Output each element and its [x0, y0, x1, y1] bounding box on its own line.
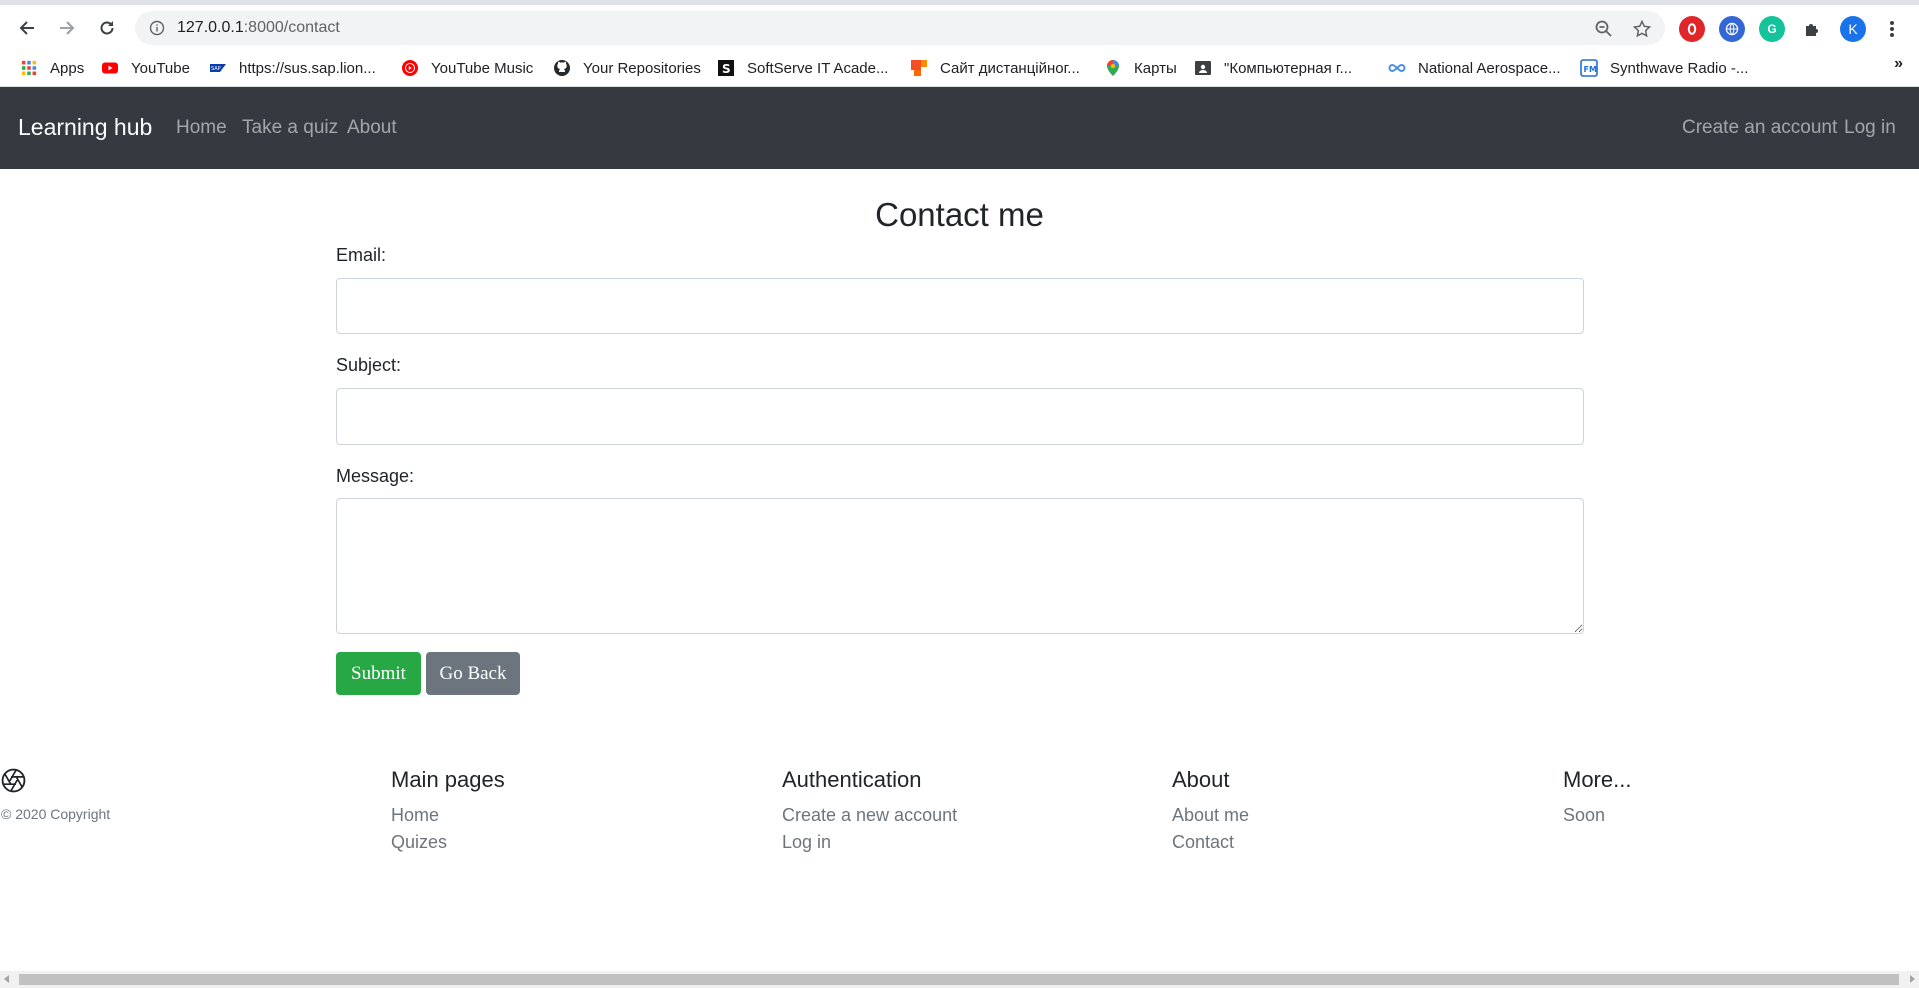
footer-link-home[interactable]: Home [391, 802, 505, 829]
bookmark-national-aerospace[interactable]: National Aerospace... [1388, 57, 1561, 79]
bookmark-softserve[interactable]: S SoftServe IT Acade... [717, 57, 888, 79]
bookmark-sap[interactable]: SAP https://sus.sap.lion... [209, 57, 376, 79]
back-arrow-icon[interactable] [13, 14, 41, 42]
footer-link-quizes[interactable]: Quizes [391, 829, 505, 856]
address-bar[interactable]: 127.0.0.1:8000/contact [135, 11, 1665, 45]
bookmark-youtube-music[interactable]: YouTube Music [401, 57, 533, 79]
extensions-puzzle-icon[interactable] [1799, 16, 1825, 42]
page-title: Contact me [875, 196, 1044, 233]
footer-link-soon[interactable]: Soon [1563, 802, 1631, 829]
bookmark-distance-site[interactable]: Сайт дистанційног... [910, 57, 1080, 79]
softserve-icon: S [717, 59, 735, 77]
office-icon [910, 59, 928, 77]
reload-icon[interactable] [93, 14, 121, 42]
site-navbar: Learning hub Home Take a quiz About Crea… [0, 87, 1919, 169]
bookmark-label: Synthwave Radio -... [1610, 59, 1749, 77]
footer-heading: Main pages [391, 767, 505, 792]
svg-text:FM: FM [1584, 65, 1597, 74]
youtube-music-icon [401, 59, 419, 77]
browser-toolbar: 127.0.0.1:8000/contact G K [0, 0, 1919, 47]
email-field[interactable] [336, 278, 1584, 334]
nav-create-account-link[interactable]: Create an account [1682, 117, 1837, 139]
bookmark-label: https://sus.sap.lion... [239, 59, 376, 77]
site-info-icon[interactable] [149, 20, 165, 36]
footer-link-login[interactable]: Log in [782, 829, 957, 856]
aperture-logo-icon [1, 768, 26, 793]
subject-label: Subject: [336, 355, 402, 375]
go-back-button[interactable]: Go Back [426, 652, 520, 695]
bookmark-label: YouTube Music [431, 59, 534, 77]
scroll-right-arrow-icon[interactable] [1910, 975, 1915, 983]
opera-adblock-icon[interactable] [1679, 16, 1705, 42]
bookmark-label: "Компьютерная г... [1224, 59, 1353, 77]
footer-link-about-me[interactable]: About me [1172, 802, 1249, 829]
browser-menu-icon[interactable] [1879, 16, 1905, 42]
infinity-icon [1388, 59, 1406, 77]
url-host: 127.0.0.1 [177, 19, 244, 36]
nav-quiz-link[interactable]: Take a quiz [242, 117, 338, 139]
url-text: 127.0.0.1:8000/contact [177, 19, 340, 37]
submit-button[interactable]: Submit [336, 652, 421, 695]
profile-avatar[interactable]: K [1840, 16, 1866, 42]
nav-login-link[interactable]: Log in [1844, 117, 1896, 139]
footer-col-more: More... Soon [1563, 767, 1631, 829]
classroom-icon [1194, 59, 1212, 77]
footer-link-create-account[interactable]: Create a new account [782, 802, 957, 829]
bookmark-star-icon[interactable] [1632, 19, 1652, 39]
footer-heading: About [1172, 767, 1230, 792]
maps-pin-icon [1104, 59, 1122, 77]
footer-heading: More... [1563, 767, 1632, 792]
vpn-globe-icon[interactable] [1719, 16, 1745, 42]
bookmarks-overflow-button[interactable]: » [1894, 55, 1903, 73]
grammarly-icon[interactable]: G [1759, 16, 1785, 42]
url-path: :8000/contact [243, 19, 340, 36]
footer-heading: Authentication [782, 767, 922, 792]
bookmark-label: Карты [1134, 59, 1177, 77]
footer-col-about: About About me Contact [1172, 767, 1249, 856]
bookmark-youtube[interactable]: YouTube [101, 57, 190, 79]
bookmark-label: Your Repositories [583, 59, 701, 77]
horizontal-scrollbar[interactable] [0, 971, 1919, 988]
email-label: Email: [336, 245, 387, 265]
subject-field[interactable] [336, 388, 1584, 445]
github-icon [553, 59, 571, 77]
bookmark-label: National Aerospace... [1418, 59, 1561, 77]
scroll-left-arrow-icon[interactable] [4, 975, 9, 983]
zoom-icon[interactable] [1594, 19, 1614, 39]
message-label: Message: [336, 466, 415, 486]
svg-text:S: S [722, 62, 731, 76]
footer-col-main-pages: Main pages Home Quizes [391, 767, 505, 856]
bookmark-label: YouTube [131, 59, 190, 77]
bookmark-label: Apps [50, 59, 85, 77]
svg-text:SAP: SAP [211, 66, 221, 72]
bookmark-label: SoftServe IT Acade... [747, 59, 889, 77]
apps-grid-icon [20, 59, 38, 77]
copyright-text: © 2020 Copyright [1, 806, 111, 822]
radio-icon: FM [1580, 59, 1598, 77]
bookmark-maps[interactable]: Карты [1104, 57, 1177, 79]
footer-link-contact[interactable]: Contact [1172, 829, 1249, 856]
bookmark-label: Сайт дистанційног... [940, 59, 1080, 77]
forward-arrow-icon[interactable] [53, 14, 81, 42]
youtube-icon [101, 59, 119, 77]
bookmark-computer-graphics[interactable]: "Компьютерная г... [1194, 57, 1352, 79]
bookmark-apps[interactable]: Apps [20, 57, 84, 79]
scrollbar-thumb[interactable] [19, 974, 1899, 985]
bookmarks-bar: Apps YouTube SAP https://sus.sap.lion...… [0, 47, 1919, 87]
brand-link[interactable]: Learning hub [18, 114, 152, 141]
bookmark-repositories[interactable]: Your Repositories [553, 57, 701, 79]
sap-icon: SAP [209, 59, 227, 77]
nav-home-link[interactable]: Home [176, 117, 227, 139]
bookmark-synthwave-radio[interactable]: FM Synthwave Radio -... [1580, 57, 1748, 79]
footer-col-authentication: Authentication Create a new account Log … [782, 767, 957, 856]
message-textarea[interactable] [336, 498, 1584, 634]
nav-about-link[interactable]: About [347, 117, 397, 139]
